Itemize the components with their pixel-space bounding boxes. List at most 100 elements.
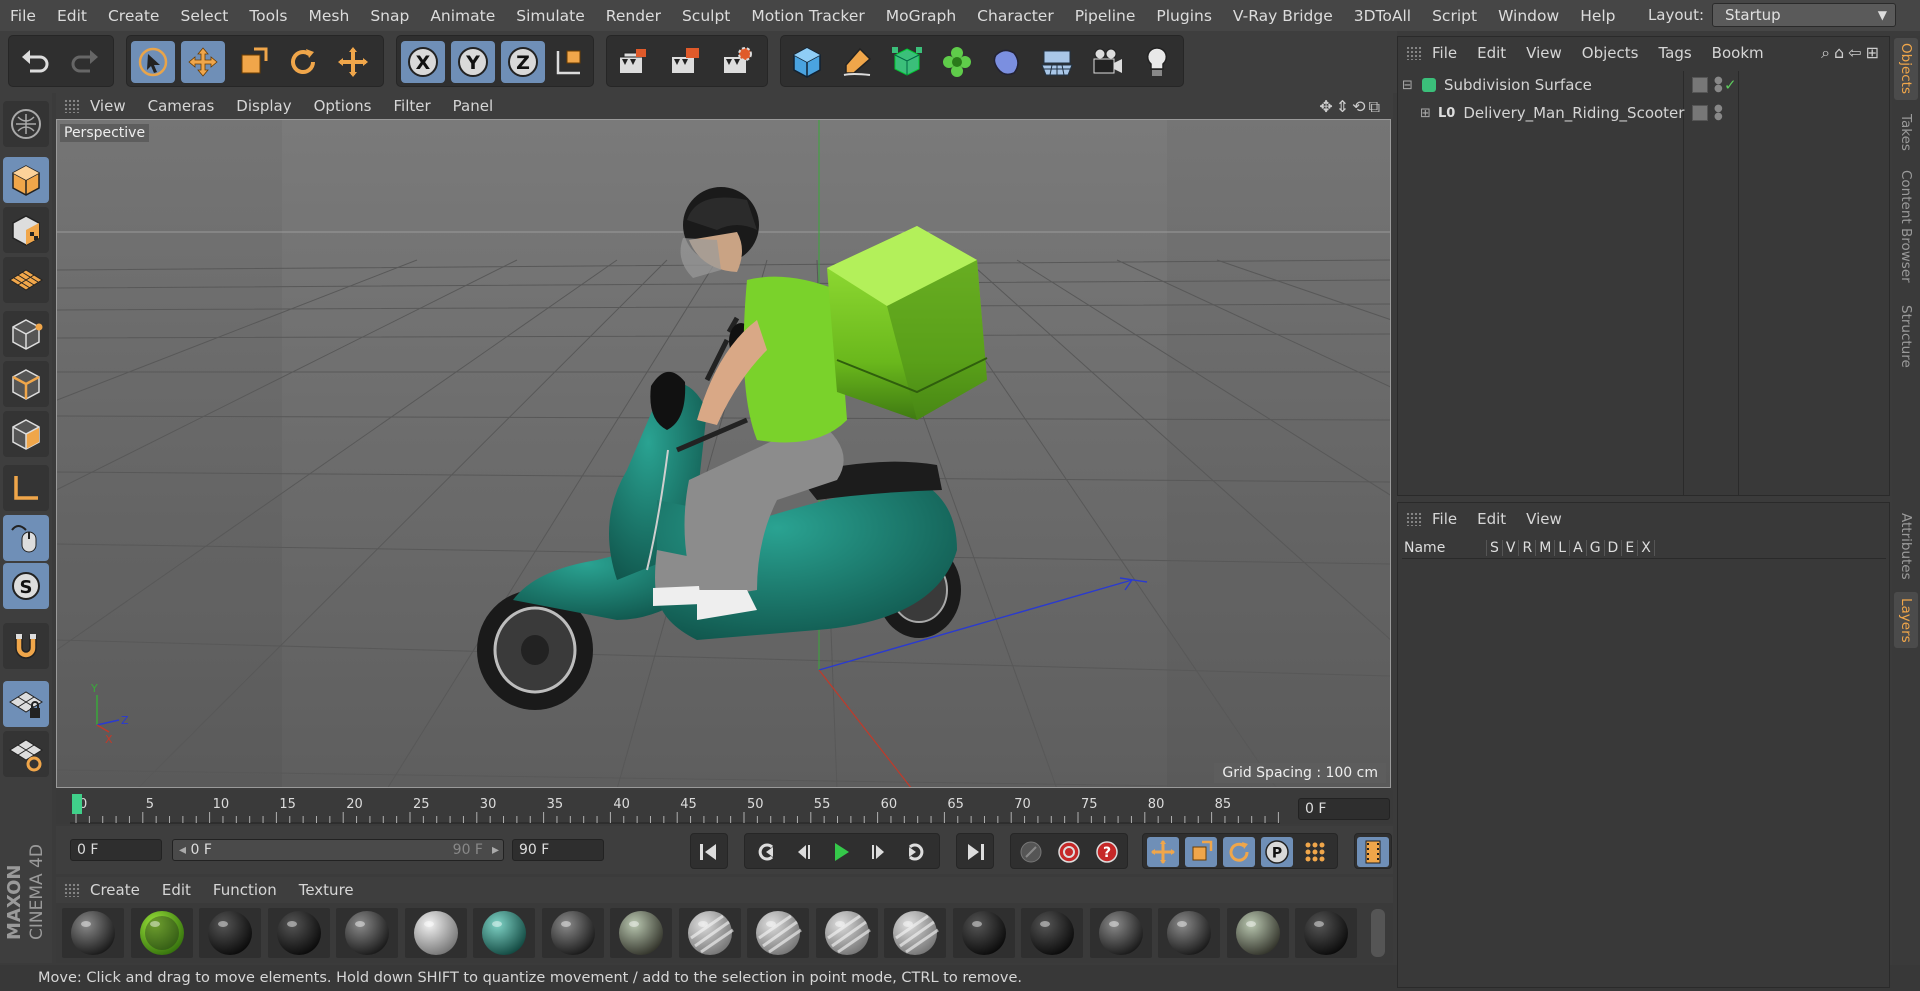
menu-vray-bridge[interactable]: V-Ray Bridge (1233, 7, 1333, 25)
viewport-navigation-icons[interactable]: ✥⇕⟲⧉ (1319, 97, 1383, 117)
record-active-objects-button[interactable] (1015, 837, 1047, 867)
point-level-key-button[interactable] (1299, 837, 1331, 867)
layer-col-xref[interactable]: X (1637, 539, 1655, 556)
snap-button[interactable] (3, 623, 49, 669)
material-swatch[interactable] (610, 908, 672, 958)
material-scrollbar[interactable] (1371, 909, 1385, 957)
viewport-menu-view[interactable]: View (90, 97, 126, 115)
play-forward-button[interactable] (825, 837, 857, 867)
layer-col-view[interactable]: V (1501, 539, 1519, 556)
current-frame-field[interactable]: 0 F (1298, 798, 1390, 820)
menu-create[interactable]: Create (108, 7, 160, 25)
layers-menu-view[interactable]: View (1526, 510, 1562, 528)
render-settings-button[interactable] (715, 41, 759, 83)
menu-help[interactable]: Help (1580, 7, 1615, 25)
material-menu-function[interactable]: Function (213, 881, 277, 899)
objects-menu-tags[interactable]: Tags (1658, 44, 1691, 62)
layer-col-expressions[interactable]: E (1621, 539, 1637, 556)
pen-spline-button[interactable] (835, 41, 879, 83)
next-key-button[interactable] (901, 837, 933, 867)
material-swatch[interactable] (541, 908, 604, 958)
planar-workplane-button[interactable] (3, 731, 49, 777)
menu-pipeline[interactable]: Pipeline (1075, 7, 1136, 25)
panel-grip-icon[interactable] (1406, 46, 1422, 60)
visibility-dots-icon[interactable]: ● ● (1714, 104, 1723, 122)
render-view-button[interactable] (611, 41, 655, 83)
x-axis-button[interactable]: X (401, 41, 445, 83)
material-swatch[interactable] (1089, 908, 1152, 958)
viewport-menu-display[interactable]: Display (236, 97, 291, 115)
material-menu-create[interactable]: Create (90, 881, 140, 899)
enabled-check-icon[interactable]: ✓ (1724, 76, 1737, 94)
viewport-menu-cameras[interactable]: Cameras (148, 97, 215, 115)
max-time-field[interactable]: 90 F (512, 839, 604, 861)
layers-menu-file[interactable]: File (1432, 510, 1457, 528)
material-swatch[interactable] (1021, 908, 1083, 958)
material-swatch[interactable] (199, 908, 261, 958)
tab-structure[interactable]: Structure (1894, 294, 1918, 378)
menu-script[interactable]: Script (1432, 7, 1477, 25)
material-swatch[interactable] (747, 908, 809, 958)
menu-window[interactable]: Window (1498, 7, 1559, 25)
tab-content-browser[interactable]: Content Browser (1894, 164, 1918, 288)
render-picture-viewer-button[interactable] (663, 41, 707, 83)
layout-select[interactable]: Startup ▼ (1712, 3, 1896, 27)
cube-object-button[interactable] (785, 41, 829, 83)
material-swatch[interactable] (130, 908, 193, 958)
make-editable-button[interactable] (3, 101, 49, 147)
perspective-viewport[interactable]: Y Z X Perspective Grid Spacing : 100 cm (56, 119, 1391, 788)
layers-menu-edit[interactable]: Edit (1477, 510, 1506, 528)
material-swatch[interactable] (884, 908, 946, 958)
tab-takes[interactable]: Takes (1894, 106, 1918, 158)
menu-motion-tracker[interactable]: Motion Tracker (751, 7, 864, 25)
menu-select[interactable]: Select (180, 7, 228, 25)
cloner-button[interactable] (935, 41, 979, 83)
layer-col-deformers[interactable]: D (1603, 539, 1622, 556)
timeline-window-button[interactable] (1357, 837, 1389, 867)
material-swatch[interactable] (1226, 908, 1289, 958)
next-frame-button[interactable] (863, 837, 895, 867)
points-mode-button[interactable] (3, 311, 49, 357)
subdivision-surface-button[interactable] (885, 41, 929, 83)
deformer-button[interactable] (985, 41, 1029, 83)
previous-key-button[interactable] (749, 837, 781, 867)
scale-tool-button[interactable] (231, 41, 275, 83)
timeline-ruler[interactable]: 051015202530354045505560657075808590 0 F (56, 790, 1393, 824)
layer-col-render[interactable]: R (1518, 539, 1535, 556)
solo-mode-button[interactable]: S (3, 563, 49, 609)
move-tool-button[interactable] (181, 41, 225, 83)
light-button[interactable] (1135, 41, 1179, 83)
material-menu-texture[interactable]: Texture (299, 881, 354, 899)
material-menu-edit[interactable]: Edit (162, 881, 191, 899)
undo-button[interactable] (13, 41, 57, 83)
menu-3dtoall[interactable]: 3DToAll (1354, 7, 1411, 25)
layer-col-animation[interactable]: A (1569, 539, 1586, 556)
objects-menu-file[interactable]: File (1432, 44, 1457, 62)
keyframe-selection-button[interactable]: ? (1091, 837, 1123, 867)
tab-layers[interactable]: Layers (1894, 592, 1918, 648)
material-swatch[interactable] (336, 908, 398, 958)
material-swatch[interactable] (404, 908, 467, 958)
previous-frame-button[interactable] (787, 837, 819, 867)
collapse-icon[interactable]: ⊟ (1402, 78, 1416, 93)
viewport-camera-label[interactable]: Perspective (60, 124, 150, 142)
menu-snap[interactable]: Snap (370, 7, 409, 25)
y-axis-button[interactable]: Y (451, 41, 495, 83)
menu-mesh[interactable]: Mesh (309, 7, 350, 25)
rotate-tool-button[interactable] (281, 41, 325, 83)
viewport-menu-panel[interactable]: Panel (453, 97, 493, 115)
object-row-delivery-man[interactable]: ⊞ L0 Delivery_Man_Riding_Scooter ● ● (1402, 100, 1882, 126)
min-time-field[interactable]: 0 F (70, 839, 162, 861)
layer-col-solo[interactable]: S (1486, 539, 1502, 556)
polygons-mode-button[interactable] (3, 411, 49, 457)
menu-character[interactable]: Character (977, 7, 1054, 25)
scale-key-button[interactable] (1185, 837, 1217, 867)
workplane-mode-button[interactable] (3, 257, 49, 303)
panel-grip-icon[interactable] (64, 99, 80, 113)
tab-attributes[interactable]: Attributes (1894, 504, 1918, 588)
objects-menu-edit[interactable]: Edit (1477, 44, 1506, 62)
camera-button[interactable] (1085, 41, 1129, 83)
go-to-end-button[interactable] (959, 837, 991, 867)
redo-button[interactable] (63, 41, 107, 83)
live-selection-button[interactable] (131, 41, 175, 83)
